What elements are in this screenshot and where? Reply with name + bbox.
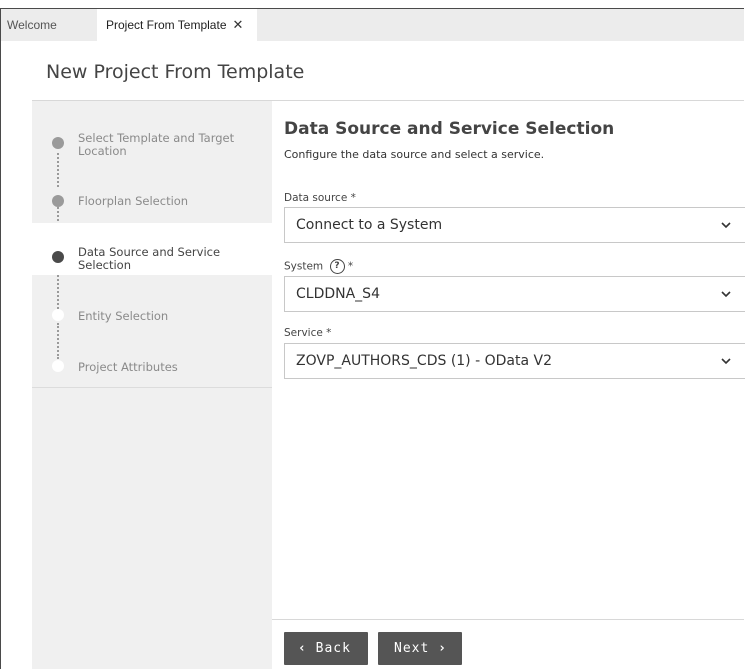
section-subtitle: Configure the data source and select a s… <box>284 148 545 161</box>
service-label: Service * <box>284 327 332 339</box>
sidebar-divider <box>32 387 272 388</box>
step-current-icon <box>52 251 64 263</box>
step-todo-icon <box>52 309 64 321</box>
step-todo-icon <box>52 360 64 372</box>
chevron-down-icon <box>721 222 731 229</box>
step-connector <box>57 271 59 309</box>
system-select[interactable]: CLDDNA_S4 <box>284 276 745 312</box>
step-label: Project Attributes <box>78 360 178 374</box>
tab-welcome[interactable]: Welcome <box>4 9 97 41</box>
close-icon[interactable]: ✕ <box>233 17 244 32</box>
help-circle-icon[interactable]: ? <box>329 259 345 274</box>
required-mark: * <box>347 260 354 273</box>
step-label: Entity Selection <box>78 309 169 323</box>
back-button[interactable]: ‹ Back <box>284 632 368 665</box>
chevron-down-icon <box>721 291 731 298</box>
service-select[interactable]: ZOVP_AUTHORS_CDS (1) - OData V2 <box>284 343 745 379</box>
section-title: Data Source and Service Selection <box>284 119 615 139</box>
wizard-step-floorplan[interactable]: Floorplan Selection <box>32 189 272 213</box>
data-source-select[interactable]: Connect to a System <box>284 207 745 243</box>
wizard-step-entity[interactable]: Entity Selection <box>32 305 272 329</box>
next-button[interactable]: Next › <box>378 632 462 665</box>
service-value: ZOVP_AUTHORS_CDS (1) - OData V2 <box>296 353 552 369</box>
page-title: New Project From Template <box>46 61 305 83</box>
step-done-icon <box>52 195 64 207</box>
footer-divider <box>272 619 744 620</box>
tab-project-from-template[interactable]: Project From Template ✕ <box>97 9 257 41</box>
wizard-step-project-attributes[interactable]: Project Attributes <box>32 356 272 380</box>
wizard-step-template[interactable]: Select Template and Target Location <box>32 129 272 159</box>
tab-bar: Welcome Project From Template ✕ <box>1 9 744 41</box>
chevron-left-icon: ‹ <box>298 641 307 656</box>
data-source-value: Connect to a System <box>296 217 443 233</box>
chevron-right-icon: › <box>438 641 447 656</box>
system-label-row: System ? * <box>284 259 353 274</box>
step-label: Select Template and Target Location <box>78 131 235 158</box>
data-source-label: Data source * <box>284 192 356 204</box>
tab-active-label: Project From Template <box>106 18 227 32</box>
next-button-label: Next <box>394 641 430 656</box>
editor-frame: Welcome Project From Template ✕ New Proje… <box>0 8 745 669</box>
chevron-down-icon <box>721 358 731 365</box>
wizard-step-data-source[interactable]: Data Source and Service Selection <box>32 223 272 275</box>
system-label: System <box>284 260 324 273</box>
step-done-icon <box>52 137 64 149</box>
wizard-steps-sidebar: Select Template and Target Location Floo… <box>32 101 272 669</box>
wizard-content: Data Source and Service Selection Config… <box>272 101 745 669</box>
tab-welcome-label: Welcome <box>7 18 57 32</box>
back-button-label: Back <box>315 641 351 656</box>
system-value: CLDDNA_S4 <box>296 286 380 302</box>
step-label: Data Source and Service Selection <box>78 245 221 272</box>
step-label: Floorplan Selection <box>78 194 189 208</box>
